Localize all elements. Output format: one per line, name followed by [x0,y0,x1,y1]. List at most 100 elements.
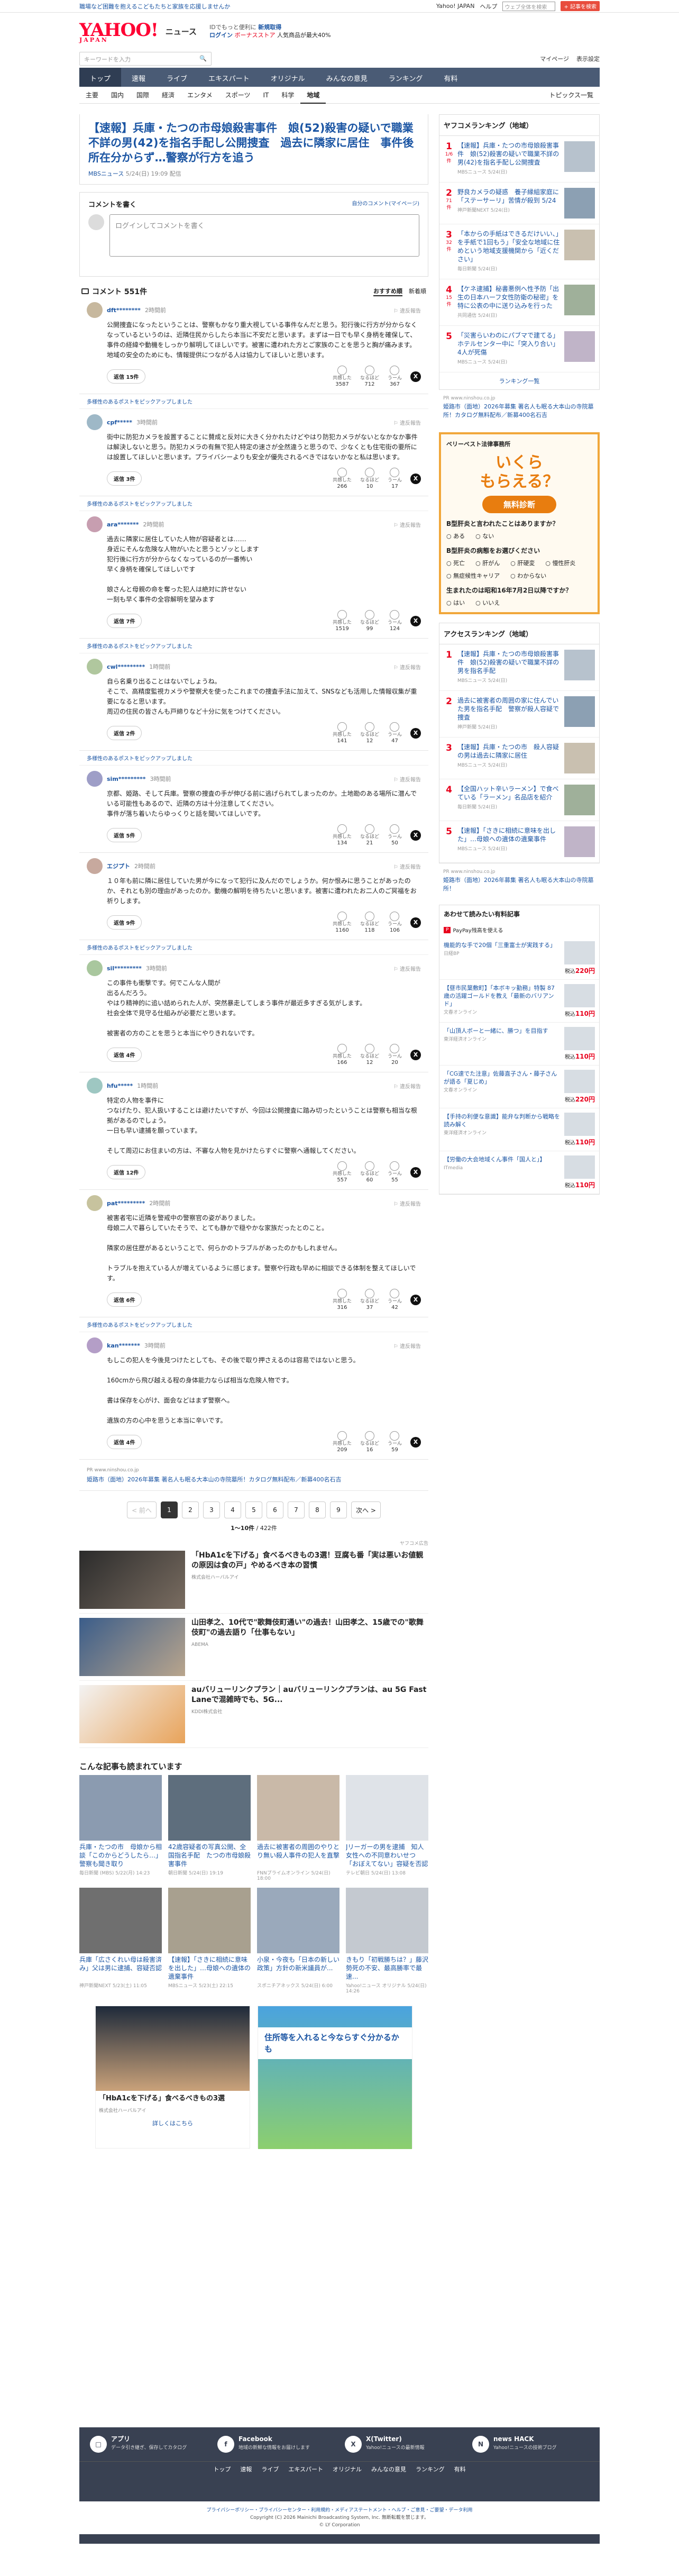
report-link[interactable]: ⚐ 違反報告 [393,775,421,783]
mypage-link[interactable]: マイページ [540,54,569,63]
avatar[interactable] [87,1337,103,1353]
hmm-reaction[interactable]: うーん 55 [388,1161,402,1183]
reply-button[interactable]: 返信 12件 [107,1165,146,1179]
ranking-item[interactable]: 3 32件 「本からの手紙はできるだけいい、」を手紙で1回もう」「安全な地域に住めと… [439,224,599,279]
rank-title-text[interactable]: 【速報】兵庫・たつの市母娘殺害事件 娘(52)殺害の疑いで職業不詳の男(42)を… [457,142,559,166]
survey-option[interactable]: 慢性肝炎 [545,559,575,567]
expert-note[interactable]: 多様性のあるポストをピックアップしました [79,751,428,766]
rank-title[interactable]: 【速報】兵庫・たつの市母娘殺害事件 娘(52)殺害の疑いで職業不詳の男を指名手配… [457,650,561,685]
x-share-icon[interactable]: X [410,1167,421,1178]
footer-nav-link[interactable]: エキスパート [288,2465,323,2473]
topics-list-link[interactable]: トピックス一覧 [543,90,600,99]
rank-thumbnail[interactable] [564,141,595,172]
ad-title[interactable]: 山田孝之、10代で"歌舞伎町通い"の過去！山田孝之、15歳での"歌舞伎町"の過去… [191,1618,424,1637]
related-image[interactable] [168,1775,251,1841]
reply-button[interactable]: 返信 2件 [107,726,142,740]
paid-title-text[interactable]: 「CG速でた注意」佐藤直子さん・藤子さんが語る「夏じめ」 [444,1070,557,1085]
yahoo-japan-link[interactable]: Yahoo! JAPAN [436,3,475,10]
settings-link[interactable]: 表示設定 [576,54,600,63]
footer-nav-link[interactable]: ライブ [261,2465,279,2473]
empathy-reaction[interactable]: 共感した 557 [333,1161,352,1183]
empathy-reaction[interactable]: 共感した 266 [333,468,352,489]
report-link[interactable]: ⚐ 違反報告 [393,1199,421,1207]
rank-title-text[interactable]: 【速報】兵庫・たつの市母娘殺害事件 娘(52)殺害の疑いで職業不詳の男を指名手配 [457,650,559,675]
page-button[interactable]: 4 [224,1501,241,1518]
footer-nav-link[interactable]: 速報 [240,2465,252,2473]
x-share-icon[interactable]: X [410,371,421,382]
rank-thumbnail[interactable] [564,696,595,727]
ranking-item[interactable]: 1 【速報】兵庫・たつの市母娘殺害事件 娘(52)殺害の疑いで職業不詳の男を指名手… [439,644,599,691]
search-icon[interactable]: 🔍 [199,55,207,62]
footer-nav-link[interactable]: 有料 [454,2465,466,2473]
rank-title[interactable]: 過去に被害者の周囲の家に住んでいた男を指名手配 警察が殺人容疑で捜査 神戸新聞 5… [457,696,561,732]
rank-title[interactable]: 【速報】兵庫・たつの市 殺人容疑の男は過去に隣家に居住 MBSニュース 5/24(… [457,743,561,773]
rank-title[interactable]: 野良カメラの疑惑 養子縁組家庭に「ステーサーリ」苦情が殺到 5/24 神戸新聞NE… [457,188,561,219]
avatar[interactable] [87,302,103,318]
login-link[interactable]: ログイン [209,32,233,39]
bottom-ad-card[interactable]: 住所等を入れると今ならすぐ分かるかも [258,2006,412,2149]
paid-article-title[interactable]: 「山頂人ボーと一緒に、勝つ」を目指す 東洋経済オンライン [444,1027,560,1061]
x-share-icon[interactable]: X [410,1294,421,1305]
comment-user[interactable]: hfu***** [107,1082,133,1089]
category-tab[interactable]: 科学 [275,90,300,99]
page-button[interactable]: 1 [161,1501,178,1518]
hmm-reaction[interactable]: うーん 42 [388,1289,402,1310]
related-card[interactable]: Jリーガーの男を逮捕 知人女性への不同意わいせつ 「おぼえてない」容疑を否認 テレ… [346,1775,428,1881]
ad-item[interactable]: 山田孝之、10代で"歌舞伎町通い"の過去！山田孝之、15歳での"歌舞伎町"の過去… [79,1614,428,1681]
footer-nav-link[interactable]: ランキング [416,2465,445,2473]
ranking-item[interactable]: 2 71件 野良カメラの疑惑 養子縁組家庭に「ステーサーリ」苦情が殺到 5/24 神戸… [439,183,599,224]
expert-note[interactable]: 多様性のあるポストをピックアップしました [79,496,428,511]
rank-title[interactable]: 【速報】「さきに相続に意味を出した」…母娘への遺体の遺棄事件 MBSニュース 5/… [457,826,561,857]
paid-article-thumbnail[interactable] [564,984,595,1007]
ad-image[interactable] [79,1618,185,1676]
report-link[interactable]: ⚐ 違反報告 [393,418,421,426]
news-search-input[interactable]: キーワードを入力 🔍 [79,52,212,66]
survey-option[interactable]: ある [446,532,465,540]
nav-tab[interactable]: みんなの意見 [316,68,378,87]
related-title[interactable]: きもり「初戦勝ちは？」藤沢勢死の不安、最高勝率で最速... [346,1955,428,1981]
related-card[interactable]: 小泉・今夜も「日本の新しい政策」方針の新米議員が... スポニチアネックス 5/2… [257,1888,340,1994]
details-link[interactable]: 詳しくはこちら [96,2119,250,2127]
page-button[interactable]: 2 [182,1501,199,1518]
paid-article[interactable]: 「CG速でた注意」佐藤直子さん・藤子さんが語る「夏じめ」 文春オンライン 税込220… [439,1066,599,1108]
x-share-icon[interactable]: X [410,473,421,484]
survey-ad[interactable]: ベリーベスト法律事務所 いくら もらえる？ 無料診断 B型肝炎と言われたことはあ… [439,432,600,614]
comment-user[interactable]: cpf***** [107,419,132,426]
bottom-ad-card[interactable]: 「HbA1cを下げる」食べるべきもの3選 株式会社ハーバルアイ 詳しくはこちら [95,2006,250,2149]
hmm-reaction[interactable]: うーん 59 [388,1431,402,1453]
related-card[interactable]: 42歳容疑者の写真公開、全国指名手配 たつの市母娘殺害事件 朝日新聞 5/24(日… [168,1775,251,1881]
paid-title-text[interactable]: 【手持の利便な意識】能弁な判断から戦略を読み解く [444,1113,560,1128]
news-wordmark[interactable]: ニュース [166,26,197,37]
ad-title[interactable]: 「HbA1cを下げる」食べるべきもの3選！豆腐も番「実は悪いお値観の原因は食の戸… [191,1551,423,1570]
ad-image[interactable] [79,1685,185,1743]
paid-article[interactable]: 【労働の大会地域くん事件「国人と」】 ITmedia 税込110円 [439,1151,599,1194]
nav-tab[interactable]: ライブ [156,68,198,87]
rank-title[interactable]: 「災害らいわのにパブマで建てる」ホテルセンター中に「突入り合い」4人が死傷 MBS… [457,331,561,367]
paid-article-thumbnail[interactable] [564,1070,595,1093]
related-image[interactable] [79,1888,162,1953]
insight-reaction[interactable]: なるほど 712 [360,366,379,387]
empathy-reaction[interactable]: 共感した 141 [333,722,352,744]
related-title[interactable]: 小泉・今夜も「日本の新しい政策」方針の新米議員が... [257,1955,340,1981]
sort-newest[interactable]: 新着順 [409,287,426,296]
web-search-button[interactable]: + 記事を検索 [561,1,600,11]
related-image[interactable] [346,1888,428,1953]
page-button[interactable]: 5 [245,1501,262,1518]
related-card[interactable]: 【速報】「さきに相続に意味を出した」…母娘への遺体の遺棄事件 MBSニュース 5/… [168,1888,251,1994]
nav-tab[interactable]: オリジナル [260,68,316,87]
survey-option[interactable]: ない [475,532,494,540]
hmm-reaction[interactable]: うーん 367 [388,366,402,387]
rank-title-text[interactable]: 【速報】「さきに相続に意味を出した」…母娘への遺体の遺棄事件 [457,827,556,843]
page-button[interactable]: 7 [288,1501,305,1518]
footer-app[interactable]: □ アプリ データ引き継ぎ、保存してカタログ [90,2436,207,2453]
rank-title[interactable]: 【全国ハット辛いラーメン】で食べている「ラーメン」名品店を紹介 毎日新聞 5/24… [457,785,561,815]
footer-nav-link[interactable]: トップ [213,2465,231,2473]
related-card[interactable]: 兵庫・たつの市 母娘から相談「このからどうしたら…」警察も聞き取り 毎日新聞 (M… [79,1775,162,1881]
survey-option[interactable]: はい [446,598,465,607]
avatar[interactable] [87,960,103,976]
comment-user[interactable]: sil********* [107,965,142,972]
comment-user[interactable]: ara******* [107,521,139,528]
insight-reaction[interactable]: なるほど 21 [360,824,379,846]
report-link[interactable]: ⚐ 違反報告 [393,862,421,870]
comment-user[interactable]: kan******* [107,1342,140,1349]
